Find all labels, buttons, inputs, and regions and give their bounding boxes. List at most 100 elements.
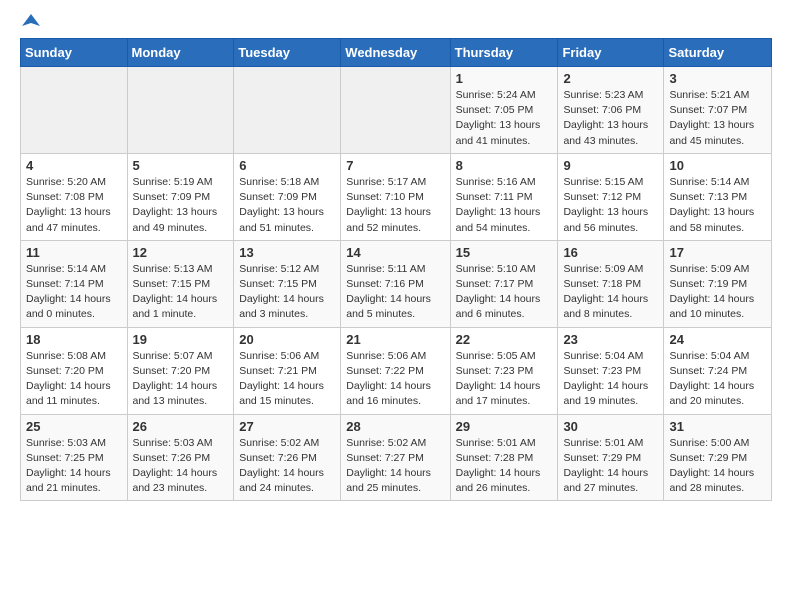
weekday-header-tuesday: Tuesday (234, 39, 341, 67)
day-info: Sunrise: 5:04 AM Sunset: 7:23 PM Dayligh… (563, 349, 658, 410)
day-number: 15 (456, 245, 553, 260)
day-cell: 22 Sunrise: 5:05 AM Sunset: 7:23 PM Dayli… (450, 327, 558, 414)
day-number: 29 (456, 419, 553, 434)
day-info: Sunrise: 5:09 AM Sunset: 7:18 PM Dayligh… (563, 262, 658, 323)
weekday-header-friday: Friday (558, 39, 664, 67)
day-cell: 12 Sunrise: 5:13 AM Sunset: 7:15 PM Dayli… (127, 240, 234, 327)
day-cell: 10 Sunrise: 5:14 AM Sunset: 7:13 PM Dayli… (664, 153, 772, 240)
day-info: Sunrise: 5:17 AM Sunset: 7:10 PM Dayligh… (346, 175, 444, 236)
day-number: 21 (346, 332, 444, 347)
week-row-1: 1Sunrise: 5:24 AM Sunset: 7:05 PM Daylig… (21, 67, 772, 154)
weekday-header-monday: Monday (127, 39, 234, 67)
day-number: 28 (346, 419, 444, 434)
day-info: Sunrise: 5:04 AM Sunset: 7:24 PM Dayligh… (669, 349, 766, 410)
day-cell: 8 Sunrise: 5:16 AM Sunset: 7:11 PM Daylig… (450, 153, 558, 240)
day-number: 30 (563, 419, 658, 434)
day-info: Sunrise: 5:18 AM Sunset: 7:09 PM Dayligh… (239, 175, 335, 236)
day-info: Sunrise: 5:07 AM Sunset: 7:20 PM Dayligh… (133, 349, 229, 410)
day-info: Sunrise: 5:14 AM Sunset: 7:13 PM Dayligh… (669, 175, 766, 236)
day-info: Sunrise: 5:09 AM Sunset: 7:19 PM Dayligh… (669, 262, 766, 323)
calendar-table: SundayMondayTuesdayWednesdayThursdayFrid… (20, 38, 772, 501)
day-cell: 15 Sunrise: 5:10 AM Sunset: 7:17 PM Dayli… (450, 240, 558, 327)
calendar-container: SundayMondayTuesdayWednesdayThursdayFrid… (20, 16, 772, 501)
day-cell: 19 Sunrise: 5:07 AM Sunset: 7:20 PM Dayli… (127, 327, 234, 414)
weekday-header-row: SundayMondayTuesdayWednesdayThursdayFrid… (21, 39, 772, 67)
day-cell: 5 Sunrise: 5:19 AM Sunset: 7:09 PM Daylig… (127, 153, 234, 240)
weekday-header-sunday: Sunday (21, 39, 128, 67)
day-cell: 24 Sunrise: 5:04 AM Sunset: 7:24 PM Dayli… (664, 327, 772, 414)
day-number: 26 (133, 419, 229, 434)
day-info: Sunrise: 5:23 AM Sunset: 7:06 PM Dayligh… (563, 88, 658, 149)
day-info: Sunrise: 5:20 AM Sunset: 7:08 PM Dayligh… (26, 175, 122, 236)
day-number: 11 (26, 245, 122, 260)
day-cell: 7Sunrise: 5:17 AM Sunset: 7:10 PM Daylig… (341, 153, 450, 240)
day-number: 6 (239, 158, 335, 173)
day-cell: 17 Sunrise: 5:09 AM Sunset: 7:19 PM Dayli… (664, 240, 772, 327)
day-number: 8 (456, 158, 553, 173)
logo-bird-icon (22, 12, 40, 30)
day-number: 31 (669, 419, 766, 434)
day-cell: 1Sunrise: 5:24 AM Sunset: 7:05 PM Daylig… (450, 67, 558, 154)
day-cell: 3 Sunrise: 5:21 AM Sunset: 7:07 PM Daylig… (664, 67, 772, 154)
day-cell: 27 Sunrise: 5:02 AM Sunset: 7:26 PM Dayli… (234, 414, 341, 501)
day-info: Sunrise: 5:05 AM Sunset: 7:23 PM Dayligh… (456, 349, 553, 410)
day-number: 22 (456, 332, 553, 347)
day-cell: 6 Sunrise: 5:18 AM Sunset: 7:09 PM Daylig… (234, 153, 341, 240)
day-number: 24 (669, 332, 766, 347)
day-number: 3 (669, 71, 766, 86)
day-info: Sunrise: 5:14 AM Sunset: 7:14 PM Dayligh… (26, 262, 122, 323)
logo (20, 16, 40, 30)
day-cell: 11 Sunrise: 5:14 AM Sunset: 7:14 PM Dayli… (21, 240, 128, 327)
weekday-header-saturday: Saturday (664, 39, 772, 67)
day-number: 25 (26, 419, 122, 434)
day-cell: 4 Sunrise: 5:20 AM Sunset: 7:08 PM Daylig… (21, 153, 128, 240)
day-number: 27 (239, 419, 335, 434)
day-info: Sunrise: 5:21 AM Sunset: 7:07 PM Dayligh… (669, 88, 766, 149)
day-cell: 20Sunrise: 5:06 AM Sunset: 7:21 PM Dayli… (234, 327, 341, 414)
day-number: 5 (133, 158, 229, 173)
weekday-header-wednesday: Wednesday (341, 39, 450, 67)
day-info: Sunrise: 5:12 AM Sunset: 7:15 PM Dayligh… (239, 262, 335, 323)
day-number: 16 (563, 245, 658, 260)
day-number: 12 (133, 245, 229, 260)
day-info: Sunrise: 5:11 AM Sunset: 7:16 PM Dayligh… (346, 262, 444, 323)
day-cell: 31Sunrise: 5:00 AM Sunset: 7:29 PM Dayli… (664, 414, 772, 501)
day-info: Sunrise: 5:13 AM Sunset: 7:15 PM Dayligh… (133, 262, 229, 323)
day-number: 18 (26, 332, 122, 347)
day-number: 10 (669, 158, 766, 173)
day-cell: 18 Sunrise: 5:08 AM Sunset: 7:20 PM Dayli… (21, 327, 128, 414)
day-number: 14 (346, 245, 444, 260)
week-row-5: 25Sunrise: 5:03 AM Sunset: 7:25 PM Dayli… (21, 414, 772, 501)
day-number: 2 (563, 71, 658, 86)
day-info: Sunrise: 5:02 AM Sunset: 7:26 PM Dayligh… (239, 436, 335, 497)
day-number: 17 (669, 245, 766, 260)
day-cell: 16 Sunrise: 5:09 AM Sunset: 7:18 PM Dayli… (558, 240, 664, 327)
day-info: Sunrise: 5:15 AM Sunset: 7:12 PM Dayligh… (563, 175, 658, 236)
day-number: 23 (563, 332, 658, 347)
day-info: Sunrise: 5:19 AM Sunset: 7:09 PM Dayligh… (133, 175, 229, 236)
week-row-2: 4 Sunrise: 5:20 AM Sunset: 7:08 PM Daylig… (21, 153, 772, 240)
day-number: 20 (239, 332, 335, 347)
day-info: Sunrise: 5:24 AM Sunset: 7:05 PM Dayligh… (456, 88, 553, 149)
day-cell: 26 Sunrise: 5:03 AM Sunset: 7:26 PM Dayli… (127, 414, 234, 501)
day-cell (234, 67, 341, 154)
weekday-header-thursday: Thursday (450, 39, 558, 67)
day-info: Sunrise: 5:10 AM Sunset: 7:17 PM Dayligh… (456, 262, 553, 323)
day-cell: 29 Sunrise: 5:01 AM Sunset: 7:28 PM Dayli… (450, 414, 558, 501)
day-cell (21, 67, 128, 154)
day-number: 19 (133, 332, 229, 347)
day-cell (341, 67, 450, 154)
day-cell (127, 67, 234, 154)
day-number: 13 (239, 245, 335, 260)
day-cell: 14 Sunrise: 5:11 AM Sunset: 7:16 PM Dayli… (341, 240, 450, 327)
day-cell: 25Sunrise: 5:03 AM Sunset: 7:25 PM Dayli… (21, 414, 128, 501)
day-info: Sunrise: 5:01 AM Sunset: 7:29 PM Dayligh… (563, 436, 658, 497)
day-info: Sunrise: 5:01 AM Sunset: 7:28 PM Dayligh… (456, 436, 553, 497)
day-number: 4 (26, 158, 122, 173)
week-row-3: 11 Sunrise: 5:14 AM Sunset: 7:14 PM Dayli… (21, 240, 772, 327)
day-info: Sunrise: 5:03 AM Sunset: 7:26 PM Dayligh… (133, 436, 229, 497)
day-cell: 13 Sunrise: 5:12 AM Sunset: 7:15 PM Dayli… (234, 240, 341, 327)
day-info: Sunrise: 5:16 AM Sunset: 7:11 PM Dayligh… (456, 175, 553, 236)
day-cell: 21Sunrise: 5:06 AM Sunset: 7:22 PM Dayli… (341, 327, 450, 414)
day-info: Sunrise: 5:08 AM Sunset: 7:20 PM Dayligh… (26, 349, 122, 410)
